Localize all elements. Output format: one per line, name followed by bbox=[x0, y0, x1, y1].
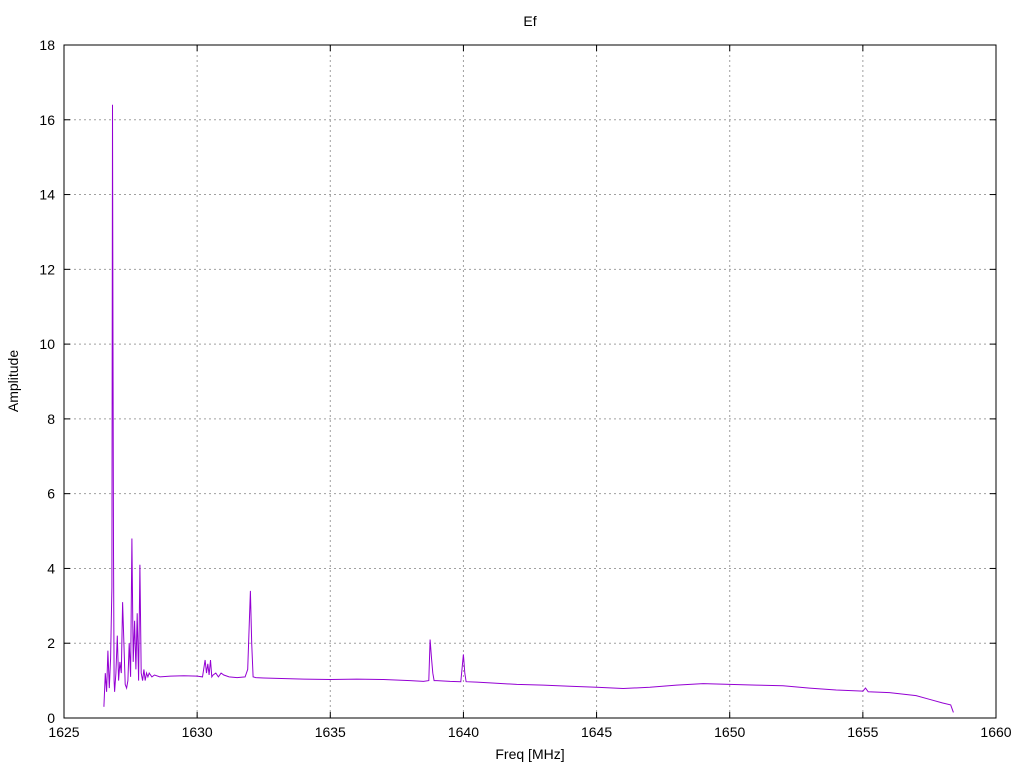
plot-frame bbox=[63, 44, 997, 719]
x-tick-label: 1630 bbox=[182, 724, 213, 740]
y-tick-label: 0 bbox=[47, 710, 55, 726]
x-tick-label: 1625 bbox=[48, 724, 79, 740]
y-tick-label: 10 bbox=[39, 336, 55, 352]
x-tick-label: 1660 bbox=[980, 724, 1011, 740]
y-axis-label: Amplitude bbox=[5, 350, 21, 412]
line-chart: Ef 1625 1630 1635 1640 1645 1650 1655 1660 0 2 4 6… bbox=[5, 13, 1012, 762]
x-tick-label: 1645 bbox=[581, 724, 612, 740]
x-tick-label: 1635 bbox=[315, 724, 346, 740]
series-line bbox=[103, 104, 954, 713]
x-tick-label: 1655 bbox=[847, 724, 878, 740]
x-tick-label: 1650 bbox=[714, 724, 745, 740]
y-tick-label: 18 bbox=[39, 37, 55, 53]
x-tick-labels: 1625 1630 1635 1640 1645 1650 1655 1660 bbox=[48, 724, 1011, 740]
y-tick-label: 4 bbox=[47, 560, 55, 576]
x-axis-label: Freq [MHz] bbox=[495, 746, 564, 762]
grid bbox=[64, 45, 996, 718]
chart-title: Ef bbox=[523, 13, 536, 29]
y-tick-label: 12 bbox=[39, 261, 55, 277]
y-tick-label: 14 bbox=[39, 187, 55, 203]
y-tick-label: 6 bbox=[47, 486, 55, 502]
axis-ticks bbox=[63, 44, 997, 719]
y-tick-labels: 0 2 4 6 8 10 12 14 16 18 bbox=[39, 37, 55, 726]
y-tick-label: 16 bbox=[39, 112, 55, 128]
x-tick-label: 1640 bbox=[448, 724, 479, 740]
y-tick-label: 8 bbox=[47, 411, 55, 427]
y-tick-label: 2 bbox=[47, 635, 55, 651]
